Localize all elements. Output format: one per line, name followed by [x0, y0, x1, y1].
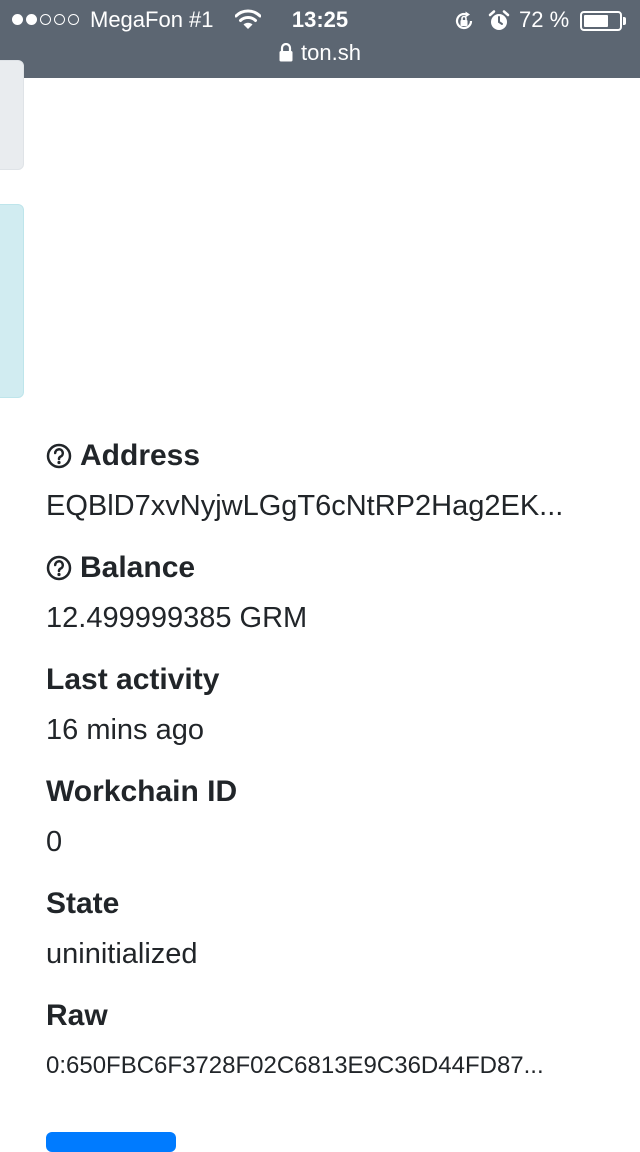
field-label-balance: Balance — [46, 550, 621, 586]
battery-icon — [580, 11, 622, 31]
status-row: MegaFon #1 13:25 72 % — [0, 6, 640, 36]
field-address: Address EQBlD7xvNyjwLGgT6cNtRP2Hag2EK... — [46, 438, 621, 550]
side-panel-grey — [0, 60, 24, 170]
state-value: uninitialized — [46, 938, 198, 970]
raw-label: Raw — [46, 999, 108, 1032]
alarm-icon — [488, 10, 510, 30]
field-balance: Balance 12.499999385 GRM — [46, 550, 621, 662]
field-state: State uninitialized — [46, 886, 621, 998]
last-activity-value: 16 mins ago — [46, 714, 204, 746]
balance-label: Balance — [80, 551, 196, 584]
field-raw: Raw 0:650FBC6F3728F02C6813E9C36D44FD87..… — [46, 998, 621, 1110]
url-text: ton.sh — [301, 40, 361, 65]
workchain-label: Workchain ID — [46, 775, 238, 808]
lock-rotation-icon — [455, 11, 473, 30]
primary-button[interactable] — [46, 1132, 176, 1152]
address-bar[interactable]: ton.sh — [0, 40, 640, 70]
balance-value: 12.499999385 GRM — [46, 602, 308, 634]
battery-fill — [584, 15, 608, 27]
raw-value[interactable]: 0:650FBC6F3728F02C6813E9C36D44FD87... — [46, 1048, 621, 1084]
padlock-icon — [279, 43, 293, 62]
workchain-value: 0 — [46, 826, 63, 858]
battery-percent: 72 % — [519, 7, 570, 32]
field-last-activity: Last activity 16 mins ago — [46, 662, 621, 774]
state-label: State — [46, 887, 120, 920]
field-label-address: Address — [46, 438, 621, 474]
address-value[interactable]: EQBlD7xvNyjwLGgT6cNtRP2Hag2EK... — [46, 488, 621, 524]
address-label: Address — [80, 439, 201, 472]
field-workchain: Workchain ID 0 — [46, 774, 621, 886]
question-circle-icon[interactable] — [46, 555, 72, 581]
status-bar: MegaFon #1 13:25 72 % ton.sh — [0, 0, 640, 78]
side-panel-info — [0, 204, 24, 398]
battery-cap — [623, 17, 626, 25]
account-details: Address EQBlD7xvNyjwLGgT6cNtRP2Hag2EK...… — [46, 438, 621, 1110]
question-circle-icon[interactable] — [46, 443, 72, 469]
last-activity-label: Last activity — [46, 663, 220, 696]
